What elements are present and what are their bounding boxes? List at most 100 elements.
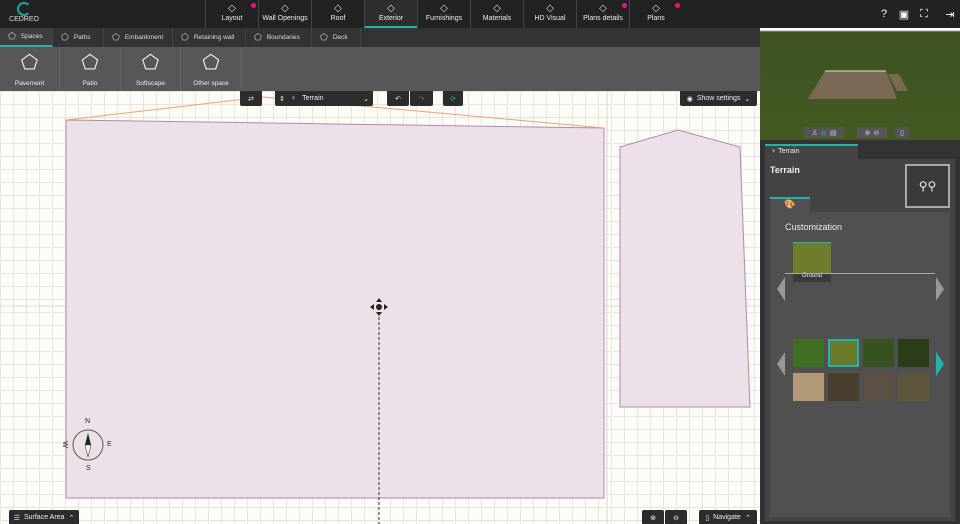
- notification-dot: [622, 3, 627, 8]
- redo-button[interactable]: ↷: [410, 91, 433, 106]
- tool-label: Softscape: [136, 80, 165, 87]
- zoom-out-button[interactable]: ⊖: [665, 510, 687, 524]
- tab-exterior[interactable]: ◇ Exterior: [364, 0, 417, 28]
- compass-n: N: [85, 418, 91, 425]
- exit-icon[interactable]: ⇥: [943, 8, 957, 22]
- next-swatches-icon[interactable]: [936, 352, 944, 376]
- level-select-value: Terrain: [302, 95, 324, 102]
- 3d-preview[interactable]: ♙ ◎ ▤ ⊕ ⊖ ▯: [760, 28, 960, 140]
- subtab-embankment[interactable]: ⬠ Embankment: [104, 28, 173, 47]
- zoom-in-icon: ⊕: [650, 514, 656, 522]
- subtab-label: Spaces: [20, 33, 43, 40]
- prev-arrow-icon[interactable]: [777, 277, 785, 301]
- 3d-zoom-buttons[interactable]: ⊕ ⊖: [857, 127, 887, 138]
- prev-swatches-icon[interactable]: [777, 352, 785, 376]
- view-mode-buttons[interactable]: ♙ ◎ ▤: [804, 127, 844, 138]
- spaces-icon: ⬠: [8, 31, 16, 41]
- mouse-icon: ▯: [900, 129, 904, 137]
- tab-wall-openings[interactable]: ◇ Wall Openings: [258, 0, 311, 28]
- compass-e: E: [107, 441, 112, 448]
- chevron-down-icon: ⌄: [744, 95, 751, 103]
- plan-view-icon[interactable]: ▤: [830, 129, 837, 137]
- plan-canvas[interactable]: N S E W ⇄ ⇕ ♀ Terrain ⌄ ↶ ↷ ⟳ ◉ Show setti…: [0, 91, 760, 524]
- tab-roof[interactable]: ◇ Roof: [311, 0, 364, 28]
- material-swatch[interactable]: [828, 373, 859, 401]
- person-view-icon[interactable]: ♙: [811, 129, 817, 137]
- exterior-icon: ◇: [387, 3, 395, 14]
- subtab-spaces[interactable]: ⬠ Spaces: [0, 28, 53, 47]
- sub-tab-bar: ⬠ Spaces ⬠ Paths ⬠ Embankment ⬠ Retaining wall ⬠…: [0, 28, 760, 47]
- furniture-icon: ◇: [440, 3, 448, 14]
- material-swatch[interactable]: [793, 339, 824, 367]
- properties-panel: Terrain ⚲⚲ 🎨 Customization Ground: [765, 159, 955, 521]
- tab-plans-details[interactable]: ◇ Plans details: [576, 0, 629, 28]
- material-swatch[interactable]: [898, 339, 929, 367]
- tab-label: HD Visual: [534, 15, 566, 22]
- subtab-label: Deck: [332, 34, 348, 41]
- orbit-view-icon[interactable]: ◎: [821, 129, 827, 137]
- zoom-in-icon[interactable]: ⊕: [865, 129, 871, 137]
- tab-label: Plans details: [583, 15, 623, 22]
- customization-heading: Customization: [785, 222, 843, 232]
- tool-pavement[interactable]: ⬠ Pavement: [0, 47, 60, 91]
- customization-tab[interactable]: 🎨: [770, 197, 810, 212]
- tab-label: Plans: [647, 15, 665, 22]
- material-swatch[interactable]: [863, 339, 894, 367]
- subtab-boundaries[interactable]: ⬠ Boundaries: [246, 28, 312, 47]
- tab-terrain[interactable]: ♀ Terrain: [765, 144, 858, 159]
- subtab-retaining-wall[interactable]: ⬠ Retaining wall: [173, 28, 246, 47]
- 3d-sync-button[interactable]: ⟳: [443, 91, 463, 106]
- chevron-down-icon: ⌄: [363, 95, 369, 103]
- paint-roller-icon: ◇: [493, 3, 501, 14]
- panel-title: Terrain: [770, 165, 800, 175]
- material-swatch[interactable]: [828, 339, 859, 367]
- tab-layout[interactable]: ◇ Layout: [205, 0, 258, 28]
- material-swatch[interactable]: [863, 373, 894, 401]
- subtab-label: Embankment: [124, 34, 164, 41]
- tab-label: Furnishings: [425, 15, 463, 22]
- mouse-icon: ▯: [705, 514, 710, 522]
- tab-plans[interactable]: ◇ Plans: [629, 0, 682, 28]
- material-swatch[interactable]: [898, 373, 929, 401]
- tab-hd-visual[interactable]: ◇ HD Visual: [523, 0, 576, 28]
- help-icon[interactable]: ?: [877, 8, 891, 22]
- embankment-icon: ⬠: [112, 32, 120, 42]
- show-settings-button[interactable]: ◉ Show settings ⌄: [680, 91, 757, 106]
- navigate-button[interactable]: ▯ Navigate ⌃: [699, 510, 757, 524]
- fullscreen-icon[interactable]: ⛶: [917, 8, 931, 22]
- tool-patio[interactable]: ⬠ Patio: [61, 47, 121, 91]
- list-icon: ☰: [13, 514, 20, 522]
- 3d-mouse-button[interactable]: ▯: [895, 127, 909, 138]
- deck-icon: ⬠: [320, 32, 328, 42]
- zoom-out-icon[interactable]: ⊖: [874, 129, 880, 137]
- undo-button[interactable]: ↶: [387, 91, 409, 106]
- tab-furnishings[interactable]: ◇ Furnishings: [417, 0, 470, 28]
- palette-icon: 🎨: [784, 199, 796, 209]
- terrain-area-side: [619, 129, 751, 408]
- material-ground[interactable]: Ground: [793, 242, 831, 282]
- tool-softscape[interactable]: ⬠ Softscape: [121, 47, 181, 91]
- plan-drawing: [0, 91, 760, 524]
- tab-materials[interactable]: ◇ Materials: [470, 0, 523, 28]
- next-arrow-icon[interactable]: [936, 277, 944, 301]
- subtab-label: Boundaries: [266, 34, 300, 41]
- tool-label: Other space: [193, 80, 229, 87]
- compass-s: S: [86, 465, 91, 472]
- material-swatch[interactable]: [793, 373, 824, 401]
- zoom-in-button[interactable]: ⊕: [642, 510, 664, 524]
- pentagon-icon: ⬠: [81, 52, 99, 74]
- cedreo-logo[interactable]: CEDREO: [4, 2, 44, 26]
- subtab-paths[interactable]: ⬠ Paths: [53, 28, 104, 47]
- swap-button[interactable]: ⇄: [240, 91, 262, 106]
- pentagon-icon: ⬠: [20, 52, 39, 74]
- sync-icon: ⟳: [450, 95, 456, 103]
- updown-icon: ⇕: [279, 95, 285, 103]
- chevron-up-icon: ⌃: [68, 514, 75, 522]
- level-select[interactable]: ⇕ ♀ Terrain ⌄: [275, 91, 373, 106]
- tool-other-space[interactable]: ⬠ Other space: [182, 47, 242, 91]
- tab-label: Exterior: [378, 15, 404, 22]
- subtab-deck[interactable]: ⬠ Deck: [312, 28, 361, 47]
- save-icon[interactable]: ▣: [897, 8, 911, 22]
- material-label: Ground: [793, 273, 831, 282]
- surface-area-button[interactable]: ☰ Surface Area ⌃: [9, 510, 79, 524]
